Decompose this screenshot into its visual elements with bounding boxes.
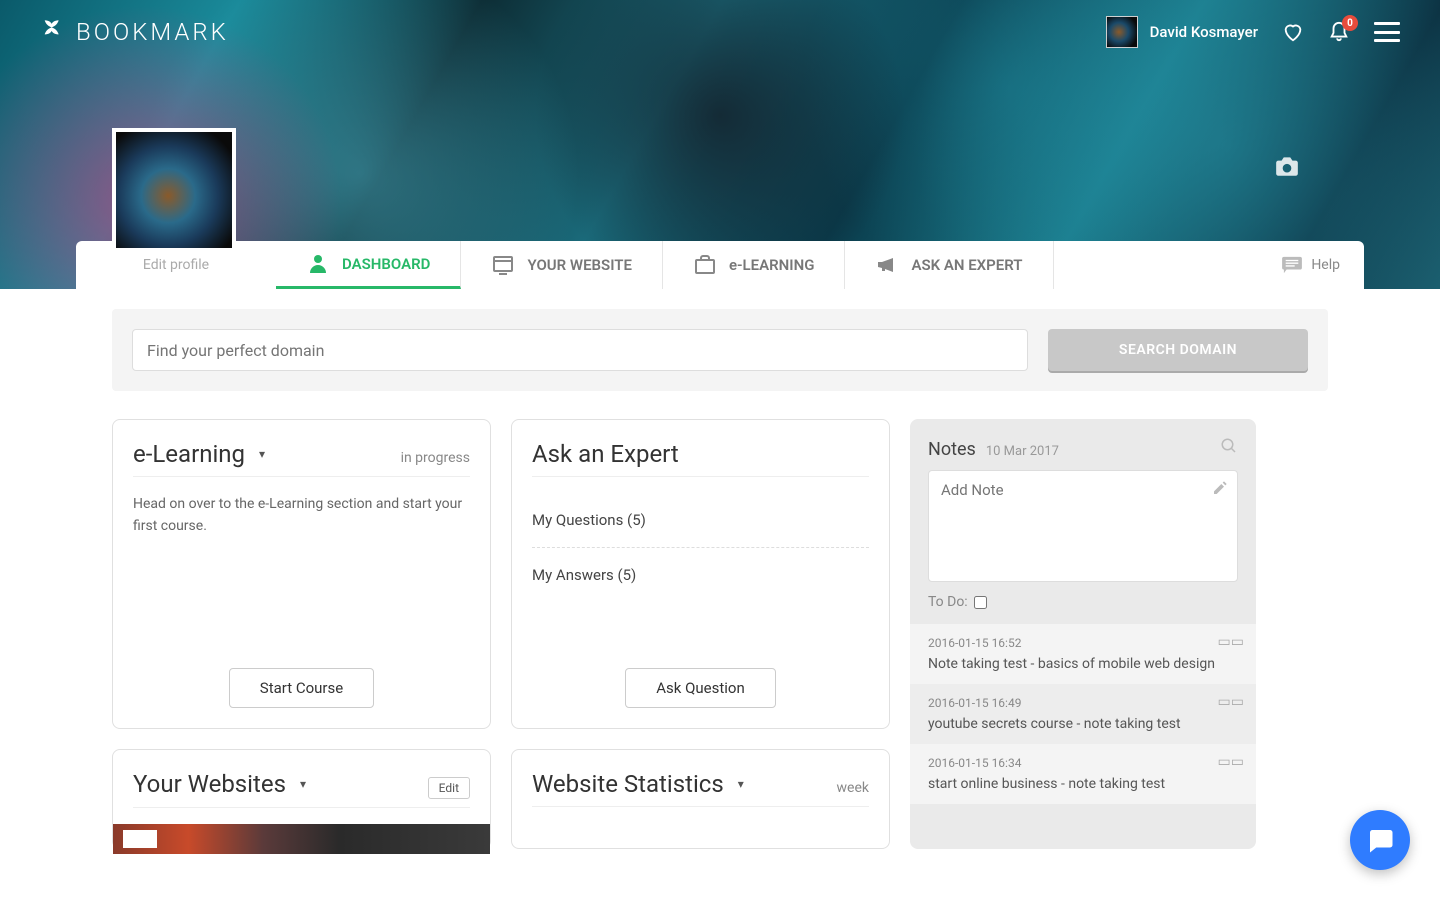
- chevron-down-icon[interactable]: ▾: [259, 447, 265, 461]
- stats-period: week: [837, 780, 869, 796]
- help-link[interactable]: Help: [1281, 256, 1364, 274]
- profile-avatar[interactable]: [112, 128, 236, 252]
- book-icon: ▭▭: [1218, 634, 1244, 650]
- tab-strip: Edit profile DASHBOARD YOUR WEBSITE e-LE…: [76, 241, 1364, 289]
- website-thumbnail[interactable]: [113, 824, 490, 854]
- notes-list: 2016-01-15 16:52 Note taking test - basi…: [910, 624, 1256, 804]
- todo-label: To Do:: [928, 594, 968, 610]
- chevron-down-icon[interactable]: ▾: [738, 777, 744, 791]
- todo-checkbox[interactable]: [974, 596, 987, 609]
- chat-widget[interactable]: [1350, 810, 1410, 870]
- card-title: Website Statistics: [532, 770, 724, 798]
- menu-icon[interactable]: [1374, 22, 1400, 42]
- website-statistics-card: Website Statistics ▾ week: [511, 749, 890, 849]
- avatar-small: [1106, 16, 1138, 48]
- tab-label: e-LEARNING: [729, 256, 814, 274]
- notification-badge: 0: [1342, 15, 1358, 31]
- help-label: Help: [1311, 257, 1340, 273]
- tab-label: YOUR WEBSITE: [527, 256, 632, 274]
- elearning-body: Head on over to the e-Learning section a…: [133, 493, 470, 538]
- card-title: Ask an Expert: [532, 440, 679, 468]
- ask-question-button[interactable]: Ask Question: [625, 668, 776, 708]
- notes-panel: Notes 10 Mar 2017 To Do: 2016-01-15 16:5…: [910, 419, 1256, 849]
- user-name: David Kosmayer: [1150, 23, 1258, 41]
- note-item[interactable]: 2016-01-15 16:52 Note taking test - basi…: [910, 624, 1256, 684]
- edit-website-button[interactable]: Edit: [428, 777, 470, 799]
- elearning-status: in progress: [401, 450, 470, 466]
- todo-row: To Do:: [928, 594, 1238, 610]
- tab-dashboard[interactable]: DASHBOARD: [276, 241, 461, 289]
- card-title: e-Learning: [133, 440, 245, 468]
- chevron-down-icon[interactable]: ▾: [300, 777, 306, 791]
- chat-bubble-icon: [1365, 825, 1395, 855]
- website-icon: [491, 253, 515, 277]
- note-timestamp: 2016-01-15 16:52: [928, 636, 1238, 650]
- note-timestamp: 2016-01-15 16:34: [928, 756, 1238, 770]
- tab-label: DASHBOARD: [342, 255, 430, 273]
- note-item[interactable]: 2016-01-15 16:49 youtube secrets course …: [910, 684, 1256, 744]
- content-area: SEARCH DOMAIN e-Learning ▾ in progress He…: [0, 289, 1440, 900]
- topbar: BOOKMARK David Kosmayer 0: [0, 0, 1440, 64]
- my-answers-link[interactable]: My Answers (5): [532, 548, 869, 602]
- notes-title: Notes: [928, 439, 976, 460]
- book-icon: ▭▭: [1218, 754, 1244, 770]
- notifications-icon[interactable]: 0: [1328, 21, 1350, 43]
- elearning-card: e-Learning ▾ in progress Head on over to …: [112, 419, 491, 729]
- brand-logo[interactable]: BOOKMARK: [40, 18, 229, 46]
- card-title: Your Websites: [133, 770, 286, 798]
- avatar-image: [116, 132, 232, 248]
- note-timestamp: 2016-01-15 16:49: [928, 696, 1238, 710]
- edit-profile-link[interactable]: Edit profile: [76, 257, 276, 273]
- tab-label: ASK AN EXPERT: [911, 256, 1022, 274]
- add-note-input[interactable]: [928, 470, 1238, 582]
- dashboard-icon: [306, 252, 330, 276]
- search-icon[interactable]: [1220, 437, 1238, 455]
- tab-elearning[interactable]: e-LEARNING: [663, 241, 845, 289]
- search-domain-button[interactable]: SEARCH DOMAIN: [1048, 329, 1308, 371]
- note-item[interactable]: 2016-01-15 16:34 start online business -…: [910, 744, 1256, 804]
- notes-date: 10 Mar 2017: [986, 444, 1059, 459]
- your-websites-card: Your Websites ▾ Edit: [112, 749, 491, 849]
- bookmark-logo-icon: [40, 18, 68, 46]
- camera-icon[interactable]: [1274, 153, 1300, 179]
- note-text: start online business - note taking test: [928, 776, 1238, 792]
- note-text: Note taking test - basics of mobile web …: [928, 656, 1238, 672]
- domain-search-bar: SEARCH DOMAIN: [112, 309, 1328, 391]
- tab-ask-expert[interactable]: ASK AN EXPERT: [845, 241, 1053, 289]
- user-menu[interactable]: David Kosmayer: [1106, 16, 1258, 48]
- my-questions-link[interactable]: My Questions (5): [532, 493, 869, 548]
- pencil-icon[interactable]: [1212, 480, 1228, 496]
- start-course-button[interactable]: Start Course: [229, 668, 374, 708]
- ask-expert-card: Ask an Expert My Questions (5) My Answer…: [511, 419, 890, 729]
- brand-name: BOOKMARK: [76, 18, 229, 46]
- heart-icon[interactable]: [1282, 21, 1304, 43]
- megaphone-icon: [875, 253, 899, 277]
- book-icon: ▭▭: [1218, 694, 1244, 710]
- tab-your-website[interactable]: YOUR WEBSITE: [461, 241, 663, 289]
- note-text: youtube secrets course - note taking tes…: [928, 716, 1238, 732]
- briefcase-icon: [693, 253, 717, 277]
- chat-icon: [1281, 256, 1303, 274]
- domain-search-input[interactable]: [132, 329, 1028, 371]
- topbar-right: David Kosmayer 0: [1106, 16, 1400, 48]
